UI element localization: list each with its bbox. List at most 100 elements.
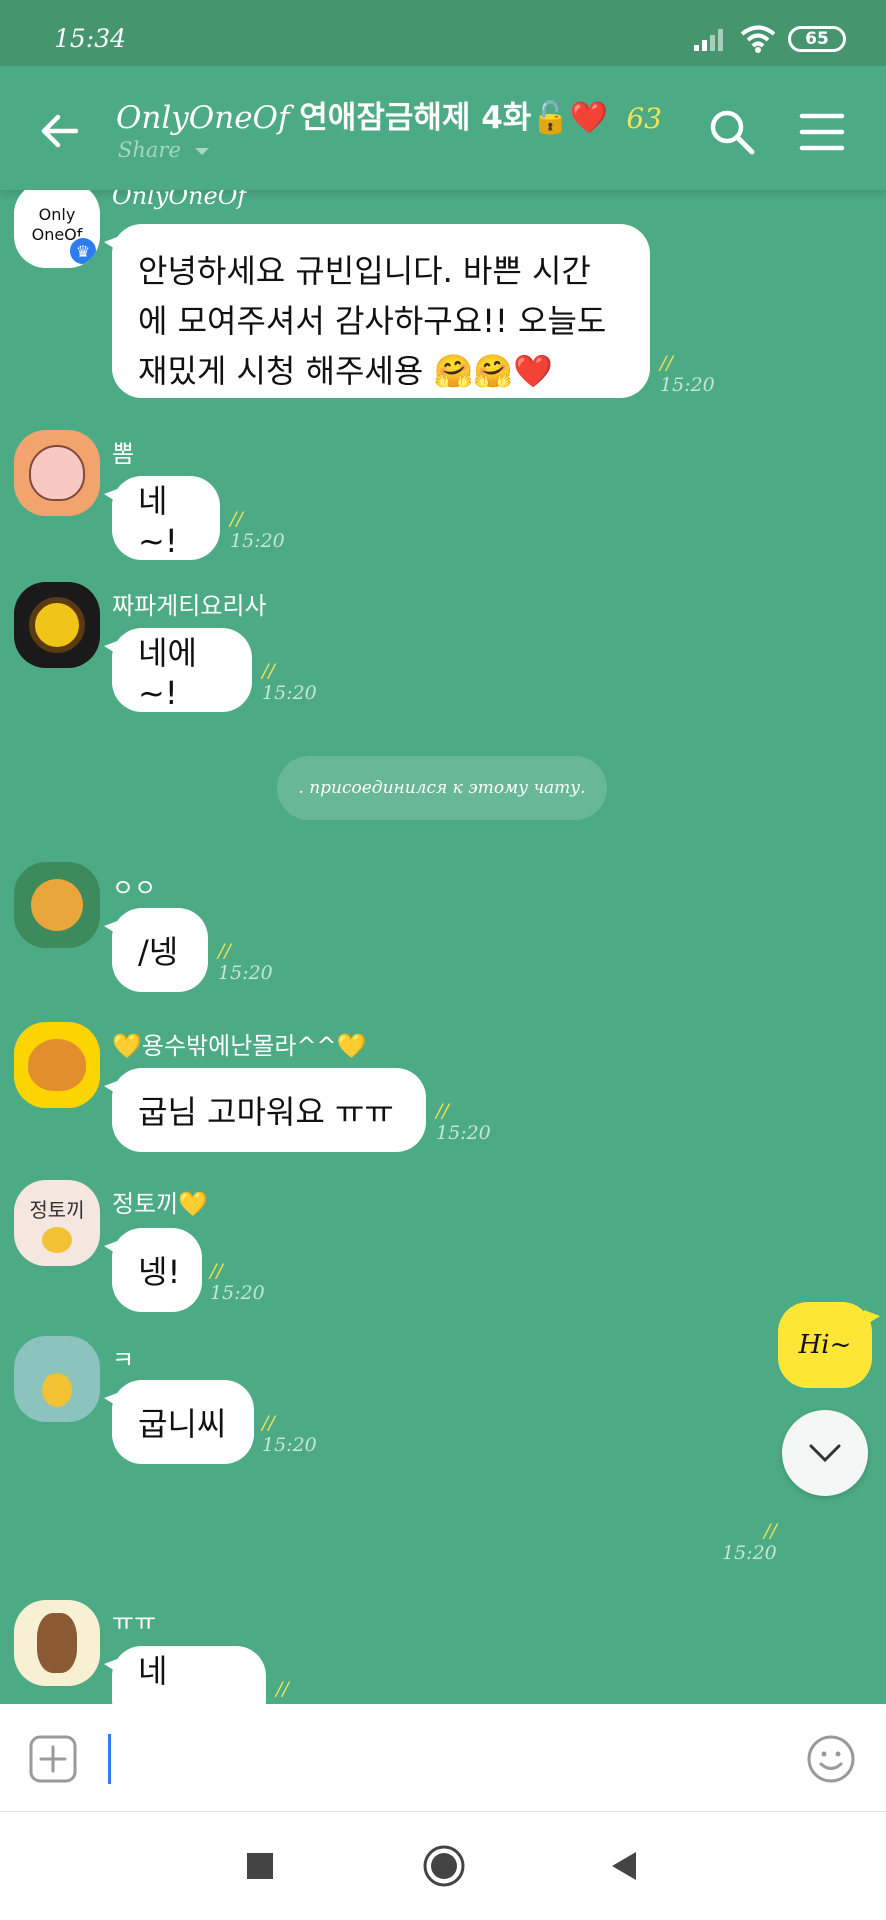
- emoji-icon[interactable]: [806, 1734, 856, 1784]
- member-count: 63: [626, 102, 662, 135]
- read-count: //: [276, 1678, 289, 1700]
- system-navigation-bar: [0, 1812, 886, 1920]
- message-line: 안녕하세요 규빈입니다. 바쁜 시간: [138, 252, 591, 290]
- avatar[interactable]: [14, 582, 100, 668]
- my-message-bubble[interactable]: Hi~: [778, 1302, 880, 1388]
- recent-apps-icon[interactable]: [236, 1842, 284, 1890]
- message-input[interactable]: [106, 1732, 766, 1786]
- chevron-down-icon: [809, 1444, 841, 1463]
- message-text: 넹!: [138, 1253, 181, 1291]
- sender-name: ㅇㅇ: [112, 874, 157, 902]
- message-meta: // 15:20: [218, 940, 273, 984]
- share-label: Share: [118, 138, 181, 162]
- avatar[interactable]: [14, 1336, 100, 1422]
- message-input-bar: [0, 1704, 886, 1812]
- avatar[interactable]: [14, 1022, 100, 1108]
- character-image: [31, 879, 83, 931]
- battery-indicator: 65: [788, 26, 846, 52]
- sender-name: 짜파게티요리사: [112, 592, 267, 620]
- read-count: //: [436, 1100, 449, 1122]
- chat-title-korean: 연애잠금해제 4화🔓❤️: [299, 100, 609, 136]
- home-icon[interactable]: [420, 1842, 468, 1890]
- signal-icon: [694, 29, 723, 51]
- back-icon[interactable]: [600, 1842, 648, 1890]
- status-bar: 15:34 65: [0, 0, 886, 66]
- chat-title-latin: OnlyOneOf: [116, 100, 290, 136]
- status-icons: 65: [694, 24, 846, 54]
- ryan-character-image: [28, 1039, 86, 1091]
- avatar-text: 정토끼: [29, 1197, 85, 1222]
- message-bubble[interactable]: 굽니씨: [104, 1380, 254, 1464]
- status-time: 15:34: [54, 24, 127, 53]
- message-bubble[interactable]: 네에~!: [104, 628, 252, 712]
- avatar[interactable]: 정토끼: [14, 1180, 100, 1266]
- message-text: Hi~: [798, 1330, 852, 1360]
- text-caret: [108, 1734, 111, 1784]
- message-bubble[interactable]: 네~~~~: [104, 1646, 266, 1704]
- message-meta: // 15:20: [436, 1100, 491, 1144]
- message-meta: // 15:20: [230, 508, 285, 552]
- message-meta: // 15:20: [262, 660, 317, 704]
- message-text: /넹: [138, 933, 179, 971]
- search-icon[interactable]: [706, 106, 758, 158]
- message-text: 굽니씨: [138, 1405, 227, 1443]
- character-image: [42, 1226, 72, 1253]
- avatar[interactable]: [14, 430, 100, 516]
- message-text: 굽님 고마워요 ㅠㅠ: [138, 1093, 394, 1131]
- crown-icon: ♛: [68, 236, 98, 266]
- message-bubble[interactable]: 굽님 고마워요 ㅠㅠ: [104, 1068, 426, 1152]
- read-count: //: [660, 352, 673, 374]
- read-count: //: [218, 940, 231, 962]
- timestamp: 15:20: [218, 962, 273, 984]
- timestamp: 15:20: [722, 1542, 777, 1564]
- message-list[interactable]: Only OneOf ♛ OnlyOneOf 안녕하세요 규빈입니다. 바쁜 시…: [0, 190, 886, 1704]
- message-line: 에 모여주셔서 감사하구요!! 오늘도: [138, 302, 607, 340]
- message-meta: //: [276, 1678, 289, 1700]
- sender-name: ㅋ: [112, 1346, 135, 1374]
- plus-icon[interactable]: [28, 1734, 78, 1784]
- message-meta: // 15:20: [722, 1520, 777, 1564]
- character-image: [37, 1613, 77, 1673]
- back-arrow-icon[interactable]: [36, 106, 86, 156]
- message-text: 네~!: [138, 482, 178, 560]
- timestamp: 15:20: [262, 1434, 317, 1456]
- sender-name: 정토끼💛: [112, 1190, 209, 1218]
- read-count: //: [262, 1412, 275, 1434]
- message-text: 네에~!: [138, 634, 197, 712]
- message-bubble[interactable]: 넹!: [104, 1228, 202, 1312]
- caret-down-icon: [194, 148, 209, 155]
- menu-icon[interactable]: [798, 110, 846, 154]
- message-line: 재밌게 시청 해주세용 🤗🤗❤️: [138, 352, 554, 390]
- message-meta: // 15:20: [660, 352, 715, 396]
- timestamp: 15:20: [230, 530, 285, 552]
- avatar[interactable]: [14, 1600, 100, 1686]
- read-count: //: [763, 1520, 777, 1542]
- peach-character-image: [29, 445, 85, 501]
- timestamp: 15:20: [436, 1122, 491, 1144]
- lion-character-image: [29, 597, 85, 653]
- scroll-to-bottom-button[interactable]: [782, 1410, 868, 1496]
- share-dropdown[interactable]: Share: [118, 138, 210, 162]
- timestamp: 15:20: [210, 1282, 265, 1304]
- sender-name: OnlyOneOf: [112, 190, 247, 210]
- avatar[interactable]: Only OneOf ♛: [14, 190, 100, 268]
- message-text: 네~~~~: [138, 1652, 245, 1704]
- timestamp: 15:20: [660, 374, 715, 396]
- sender-name: 뽐: [112, 440, 135, 468]
- character-image: [42, 1373, 72, 1407]
- read-count: //: [262, 660, 275, 682]
- sender-name: 💛용수밖에난몰라^^💛: [112, 1032, 367, 1060]
- sender-name: ㅠㅠ: [112, 1608, 157, 1636]
- read-count: //: [210, 1260, 223, 1282]
- message-bubble[interactable]: 안녕하세요 규빈입니다. 바쁜 시간 에 모여주셔서 감사하구요!! 오늘도 재…: [104, 224, 650, 398]
- wifi-icon: [740, 25, 776, 53]
- message-bubble[interactable]: /넹: [104, 908, 208, 992]
- chat-header: OnlyOneOf 연애잠금해제 4화🔓❤️ 63 Share: [0, 66, 886, 190]
- message-bubble[interactable]: 네~!: [104, 476, 220, 560]
- chat-title: OnlyOneOf 연애잠금해제 4화🔓❤️ 63: [116, 92, 662, 137]
- system-notice: . присоединился к этому чату.: [277, 756, 607, 820]
- read-count: //: [230, 508, 243, 530]
- timestamp: 15:20: [262, 682, 317, 704]
- avatar[interactable]: [14, 862, 100, 948]
- message-meta: // 15:20: [210, 1260, 265, 1304]
